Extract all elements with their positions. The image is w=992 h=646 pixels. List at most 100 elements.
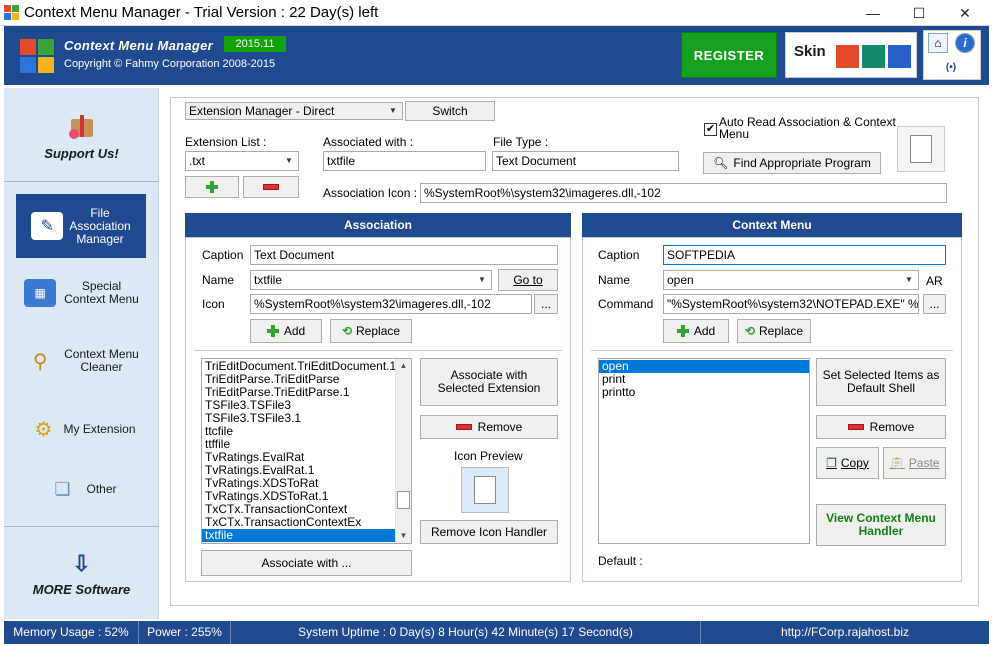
nav-label: File Association Manager — [69, 205, 131, 246]
extension-combo[interactable]: .txt ▼ — [185, 151, 299, 171]
copy-label: Copy — [840, 455, 869, 470]
icon-preview-label: Icon Preview — [454, 449, 523, 463]
paste-label: Paste — [908, 455, 940, 470]
file-association-icon: ✎ — [31, 212, 64, 240]
maximize-button[interactable]: ☐ — [896, 0, 942, 26]
gift-icon — [68, 111, 95, 139]
context-menu-list[interactable]: open print printto — [598, 358, 810, 544]
association-name-combo[interactable]: txtfile ▼ — [250, 270, 492, 290]
nav-special-context-menu[interactable]: ▦ Special Context Menu — [4, 270, 159, 316]
skin-swatch-blue[interactable] — [888, 45, 911, 68]
extension-value: .txt — [189, 154, 206, 168]
nav-label: Context Menu Cleaner — [64, 347, 139, 374]
context-menu-list-item[interactable]: printto — [599, 386, 809, 399]
paste-icon: 📋︎ — [889, 455, 905, 470]
set-default-shell-button[interactable]: Set Selected Items as Default Shell — [816, 358, 946, 406]
remove-extension-button[interactable] — [243, 176, 299, 198]
register-button[interactable]: REGISTER — [681, 32, 777, 78]
associate-with-button[interactable]: Associate with ... — [201, 550, 412, 576]
default-label: Default : — [598, 554, 643, 568]
scroll-up-icon[interactable]: ▲ — [396, 359, 411, 373]
nav-other[interactable]: ❏ Other — [4, 466, 159, 512]
more-software-label: MORE Software — [32, 581, 131, 597]
nav-file-association-manager[interactable]: ✎ File Association Manager — [16, 194, 146, 258]
scroll-thumb[interactable] — [397, 491, 410, 509]
association-icon-field[interactable]: %SystemRoot%\system32\imageres.dll,-102 — [250, 294, 532, 314]
view-context-menu-handler-button[interactable]: View Context Menu Handler — [816, 504, 946, 546]
nav-divider — [4, 526, 159, 527]
context-remove-button[interactable]: Remove — [816, 415, 946, 439]
association-add-button[interactable]: Add — [250, 319, 322, 343]
refresh-icon[interactable]: (•) — [941, 57, 961, 77]
association-replace-button[interactable]: ⟲ Replace — [330, 319, 412, 343]
file-type-field[interactable]: Text Document — [492, 151, 679, 171]
title-bar: Context Menu Manager - Trial Version : 2… — [0, 0, 992, 26]
more-software-link[interactable]: ⇩ MORE Software — [4, 534, 159, 614]
associated-with-field[interactable]: txtfile — [323, 151, 486, 171]
list-scrollbar[interactable]: ▲ ▼ — [395, 359, 411, 543]
app-header: Context Menu Manager 2015.11 Copyright ©… — [4, 26, 989, 85]
skin-swatch-red[interactable] — [836, 45, 859, 68]
caption-label: Caption — [202, 248, 244, 262]
support-us-link[interactable]: Support Us! — [4, 96, 159, 174]
association-remove-button[interactable]: Remove — [420, 415, 558, 439]
association-caption-field[interactable]: Text Document — [250, 245, 558, 265]
remove-icon-handler-button[interactable]: Remove Icon Handler — [420, 520, 558, 544]
extension-list-label: Extension List : — [185, 135, 267, 149]
association-list-item[interactable]: ttcfile — [202, 425, 396, 438]
associated-with-label: Associated with : — [323, 135, 414, 149]
nav-context-menu-cleaner[interactable]: ⚲ Context Menu Cleaner — [4, 338, 159, 384]
scroll-down-icon[interactable]: ▼ — [396, 529, 411, 543]
association-list[interactable]: TriEditDocument.TriEditDocument.1 TriEdit… — [201, 358, 412, 544]
copyright-text: Copyright © Fahmy Corporation 2008-2015 — [64, 58, 276, 70]
minus-icon — [263, 184, 279, 190]
switch-button[interactable]: Switch — [405, 101, 495, 121]
nav-divider — [4, 181, 159, 182]
context-caption-field[interactable]: SOFTPEDIA — [663, 245, 946, 265]
minus-icon — [455, 424, 472, 430]
goto-button[interactable]: Go to — [498, 269, 558, 291]
context-replace-button[interactable]: ⟲ Replace — [737, 319, 811, 343]
association-icon-field[interactable]: %SystemRoot%\system32\imageres.dll,-102 — [420, 183, 947, 203]
auto-read-checkbox[interactable]: ✔ — [704, 123, 717, 136]
command-field[interactable]: "%SystemRoot%\system32\NOTEPAD.EXE" %1 — [663, 294, 919, 314]
context-name-value: open — [667, 273, 694, 287]
icon-label: Icon — [202, 297, 225, 311]
command-label: Command — [598, 297, 654, 311]
browse-icon-button[interactable]: ... — [534, 294, 558, 314]
browse-command-button[interactable]: ... — [923, 294, 946, 314]
window-title: Context Menu Manager - Trial Version : 2… — [24, 4, 379, 21]
mode-combo[interactable]: Extension Manager - Direct ▼ — [185, 102, 403, 120]
association-panel: Caption Text Document Name txtfile ▼ Go … — [185, 237, 571, 582]
paste-button[interactable]: 📋︎ Paste — [883, 447, 946, 479]
minimize-button[interactable]: — — [850, 0, 896, 26]
associate-selected-extension-button[interactable]: Associate with Selected Extension — [420, 358, 558, 406]
skin-swatch-green[interactable] — [862, 45, 885, 68]
chevron-down-icon: ▼ — [285, 156, 293, 165]
memory-usage: Memory Usage : 52% — [4, 621, 139, 644]
home-icon[interactable]: ⌂ — [928, 33, 948, 53]
remove-label: Remove — [477, 419, 523, 434]
add-label: Add — [693, 323, 716, 338]
website-link[interactable]: http://FCorp.rajahost.biz — [701, 621, 989, 644]
download-arrow-icon: ⇩ — [72, 550, 91, 576]
mode-value: Extension Manager - Direct — [189, 104, 335, 118]
broom-icon: ⚲ — [32, 350, 48, 373]
info-icon[interactable]: i — [955, 33, 975, 53]
skin-selector: Skin — [785, 32, 917, 78]
plus-icon — [676, 325, 689, 337]
context-menu-list-item[interactable]: open — [599, 360, 809, 373]
context-name-combo[interactable]: open ▼ — [663, 270, 919, 290]
close-button[interactable]: ✕ — [942, 0, 988, 26]
add-label: Add — [283, 323, 306, 338]
nav-my-extension[interactable]: ⚙ My Extension — [4, 406, 159, 452]
ar-label: AR — [926, 274, 943, 288]
copy-button[interactable]: ❐ Copy — [816, 447, 879, 479]
app-name: Context Menu Manager — [64, 38, 214, 53]
auto-read-label: Auto Read Association & Context Menu — [719, 115, 896, 141]
find-program-button[interactable]: 🔍︎ Find Appropriate Program — [703, 152, 881, 174]
add-extension-button[interactable] — [185, 176, 239, 198]
context-add-button[interactable]: Add — [663, 319, 729, 343]
replace-icon: ⟲ — [341, 323, 353, 338]
association-list-item[interactable]: txtfile — [202, 529, 396, 542]
